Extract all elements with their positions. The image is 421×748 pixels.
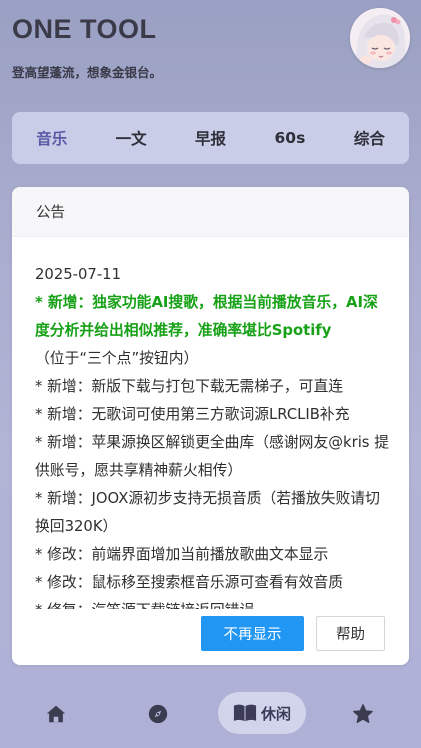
nav-favorites[interactable] xyxy=(343,688,383,740)
avatar-image xyxy=(350,8,410,68)
announcement-title: 公告 xyxy=(12,187,409,237)
tab-music[interactable]: 音乐 xyxy=(12,127,91,149)
book-icon xyxy=(233,704,257,722)
announcement-content[interactable]: 2025-07-11 * 新增：独家功能AI搜歌，根据当前播放音乐，AI深度分析… xyxy=(35,261,391,609)
app-title: ONE TOOL xyxy=(12,14,157,44)
announcement-item: * 新增：苹果源换区解锁更全曲库（感谢网友@kris 提供账号，愿共享精神薪火相… xyxy=(35,434,390,479)
star-icon xyxy=(353,704,373,723)
app-subtitle: 登高望蓬流，想象金银台。 xyxy=(12,65,163,80)
announcement-highlight: * 新增：独家功能AI搜歌，根据当前播放音乐，AI深度分析并给出相似推荐，准确率… xyxy=(35,294,378,339)
help-button[interactable]: 帮助 xyxy=(316,616,385,651)
tab-comprehensive[interactable]: 综合 xyxy=(330,127,409,149)
tab-60s[interactable]: 60s xyxy=(250,129,329,147)
nav-discover[interactable] xyxy=(138,688,178,740)
tab-morning-news[interactable]: 早报 xyxy=(171,127,250,149)
announcement-item: * 新增：无歌词可使用第三方歌词源LRCLIB补充 xyxy=(35,406,350,423)
announcement-item: * 修改：鼠标移至搜索框音乐源可查看有效音质 xyxy=(35,574,344,591)
announcement-dialog: 公告 2025-07-11 * 新增：独家功能AI搜歌，根据当前播放音乐，AI深… xyxy=(12,187,409,665)
home-icon xyxy=(46,705,66,723)
avatar[interactable] xyxy=(350,8,410,68)
nav-leisure-label: 休闲 xyxy=(260,704,291,723)
category-tabs: 音乐 一文 早报 60s 综合 xyxy=(12,112,409,164)
announcement-date: 2025-07-11 xyxy=(35,266,121,283)
tab-article[interactable]: 一文 xyxy=(91,127,170,149)
dont-show-again-button[interactable]: 不再显示 xyxy=(201,616,304,651)
nav-leisure[interactable]: 休闲 xyxy=(218,692,306,734)
compass-icon xyxy=(148,704,168,724)
announcement-item: * 修改：前端界面增加当前播放歌曲文本显示 xyxy=(35,546,329,563)
announcement-item: * 修复：汽笛源下载链接返回错误 xyxy=(35,597,391,609)
nav-home[interactable] xyxy=(36,688,76,740)
bottom-navigation: 休闲 xyxy=(0,688,421,740)
announcement-item: * 新增：JOOX源初步支持无损音质（若播放失败请切换回320K） xyxy=(35,490,380,535)
announcement-highlight-note: （位于“三个点”按钮内） xyxy=(35,350,199,367)
announcement-item: * 新增：新版下载与打包下载无需梯子，可直连 xyxy=(35,378,344,395)
